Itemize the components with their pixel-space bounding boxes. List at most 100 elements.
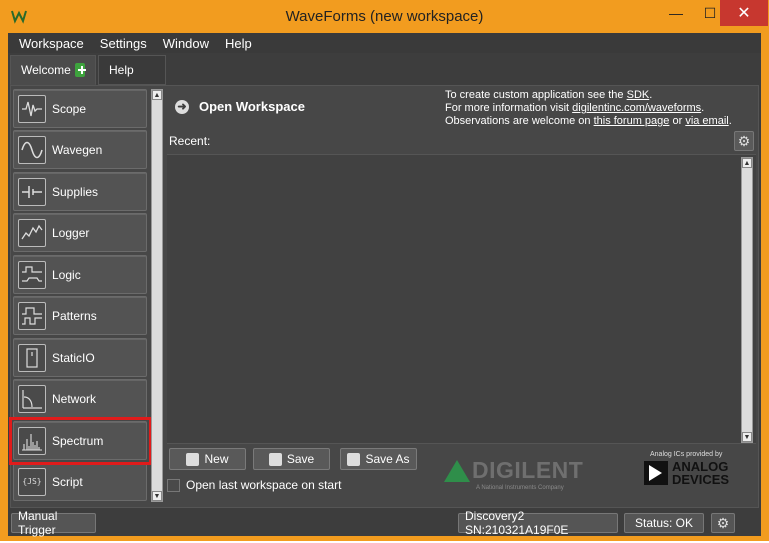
- scope-icon: [18, 94, 46, 123]
- app-window: WaveForms (new workspace) — ☐ ✕ Workspac…: [0, 0, 769, 541]
- save-button[interactable]: Save: [253, 448, 330, 470]
- recent-label: Recent:: [169, 134, 211, 148]
- tool-label-wavegen: Wavegen: [52, 142, 103, 157]
- tool-button-scope[interactable]: Scope: [13, 89, 147, 128]
- menu-settings[interactable]: Settings: [90, 36, 153, 51]
- tool-sidebar: Scope Wavegen Supplies Logger Logic Patt…: [9, 89, 163, 504]
- list-scroll-down-arrow-icon[interactable]: ▼: [742, 432, 752, 442]
- workspace-content: ➜ Open Workspace To create custom applic…: [167, 89, 756, 504]
- tab-bar: Welcome Help: [10, 55, 166, 85]
- info-line-sdk: To create custom application see the SDK…: [445, 89, 732, 102]
- save-disk-icon: [268, 452, 282, 466]
- menu-workspace[interactable]: Workspace: [8, 36, 90, 51]
- info-line-website-suffix: .: [701, 102, 705, 114]
- spectrum-highlight-box: [9, 417, 152, 465]
- tool-label-logic: Logic: [52, 267, 81, 282]
- recent-workspaces-list[interactable]: ▲ ▼: [167, 154, 756, 444]
- manual-trigger-button[interactable]: Manual Trigger: [11, 509, 96, 537]
- scroll-up-arrow-icon[interactable]: ▲: [152, 90, 162, 100]
- tool-button-script[interactable]: {JS} Script: [13, 462, 147, 501]
- recent-settings-gear-icon[interactable]: ⚙: [734, 131, 754, 151]
- tab-welcome-label: Welcome: [21, 63, 71, 77]
- tool-label-staticio: StaticIO: [52, 350, 95, 365]
- tool-label-network: Network: [52, 391, 97, 406]
- logic-icon: [18, 260, 46, 289]
- analog-devices-logo: Analog ICs provided by ANALOG DEVICES: [644, 451, 729, 486]
- menu-window[interactable]: Window: [153, 36, 215, 51]
- tab-help-label: Help: [109, 63, 134, 77]
- logger-icon: [18, 218, 46, 247]
- adi-wordmark-line2: DEVICES: [672, 472, 730, 487]
- arrow-right-icon: ➜: [175, 99, 189, 114]
- adi-provided-by: Analog ICs provided by: [650, 451, 723, 458]
- list-scroll-up-arrow-icon[interactable]: ▲: [742, 158, 752, 168]
- info-line-website-text: For more information visit: [445, 102, 573, 114]
- open-last-workspace-checkbox[interactable]: [167, 478, 180, 492]
- new-document-icon: [186, 452, 200, 466]
- tool-button-staticio[interactable]: StaticIO: [13, 338, 147, 377]
- save-as-button[interactable]: Save As: [340, 448, 417, 470]
- tool-label-scope: Scope: [52, 101, 87, 116]
- welcome-panel: Scope Wavegen Supplies Logger Logic Patt…: [9, 85, 759, 508]
- info-line-feedback-suffix: .: [728, 115, 732, 127]
- info-line-feedback-mid: or: [669, 115, 686, 127]
- tool-button-wavegen[interactable]: Wavegen: [13, 130, 147, 169]
- tool-label-logger: Logger: [52, 225, 90, 240]
- menu-help[interactable]: Help: [215, 36, 258, 51]
- close-button[interactable]: ✕: [720, 0, 768, 26]
- supplies-icon: [18, 177, 46, 206]
- info-line-feedback-text: Observations are welcome on: [445, 115, 594, 127]
- tool-label-script: Script: [52, 474, 83, 489]
- website-link[interactable]: digilentinc.com/waveforms: [572, 102, 701, 114]
- wavegen-icon: [18, 135, 46, 164]
- open-last-workspace-option[interactable]: Open last workspace on start: [167, 478, 341, 492]
- status-settings-gear-icon[interactable]: ⚙: [711, 513, 735, 533]
- open-last-workspace-label: Open last workspace on start: [186, 478, 342, 492]
- save-as-button-label: Save As: [365, 452, 410, 466]
- staticio-icon: [18, 343, 46, 372]
- open-workspace-link[interactable]: ➜ Open Workspace: [175, 99, 305, 114]
- save-button-label: Save: [286, 452, 315, 466]
- open-workspace-label: Open Workspace: [199, 99, 305, 114]
- digilent-tagline: A National Instruments Company: [476, 485, 564, 491]
- tool-button-patterns[interactable]: Patterns: [13, 296, 147, 335]
- forum-link[interactable]: this forum page: [594, 115, 670, 127]
- tab-help[interactable]: Help: [98, 55, 166, 85]
- tool-button-logic[interactable]: Logic: [13, 255, 147, 294]
- save-as-pen-icon: [347, 452, 361, 466]
- new-button-label: New: [204, 452, 229, 466]
- tool-button-network[interactable]: Network: [13, 379, 147, 418]
- info-line-sdk-suffix: .: [649, 89, 653, 101]
- minimize-button[interactable]: —: [660, 0, 692, 26]
- sdk-link[interactable]: SDK: [627, 89, 650, 101]
- tab-welcome[interactable]: Welcome: [10, 55, 96, 85]
- email-link[interactable]: via email: [685, 115, 728, 127]
- plus-icon[interactable]: [74, 63, 87, 77]
- menu-bar: Workspace Settings Window Help: [8, 33, 761, 53]
- info-line-sdk-text: To create custom application see the: [445, 89, 627, 101]
- tool-label-patterns: Patterns: [52, 308, 97, 323]
- status-bar: Manual Trigger Discovery2 SN:210321A19F0…: [8, 509, 761, 537]
- script-icon-text: {JS}: [22, 477, 42, 486]
- scroll-down-arrow-icon[interactable]: ▼: [152, 491, 162, 501]
- tool-label-supplies: Supplies: [52, 184, 99, 199]
- info-line-website: For more information visit digilentinc.c…: [445, 102, 732, 115]
- sidebar-scrollbar[interactable]: ▲ ▼: [151, 89, 163, 502]
- tool-button-supplies[interactable]: Supplies: [13, 172, 147, 211]
- client-area: Workspace Settings Window Help Welcome H…: [8, 33, 761, 537]
- digilent-logo: DIGILENT A National Instruments Company: [444, 457, 583, 491]
- info-line-feedback: Observations are welcome on this forum p…: [445, 115, 732, 128]
- status-button[interactable]: Status: OK: [624, 513, 704, 533]
- info-text: To create custom application see the SDK…: [445, 89, 732, 128]
- script-icon: {JS}: [18, 467, 46, 496]
- title-bar: WaveForms (new workspace) — ☐ ✕: [0, 0, 769, 33]
- device-selector-button[interactable]: Discovery2 SN:210321A19F0E: [458, 509, 618, 537]
- digilent-mark-icon: [444, 459, 470, 482]
- tool-button-logger[interactable]: Logger: [13, 213, 147, 252]
- digilent-wordmark: DIGILENT: [472, 457, 584, 483]
- adi-mark-icon: [644, 461, 668, 485]
- network-icon: [18, 384, 46, 413]
- new-button[interactable]: New: [169, 448, 246, 470]
- patterns-icon: [18, 301, 46, 330]
- recent-list-scrollbar[interactable]: ▲ ▼: [741, 157, 753, 443]
